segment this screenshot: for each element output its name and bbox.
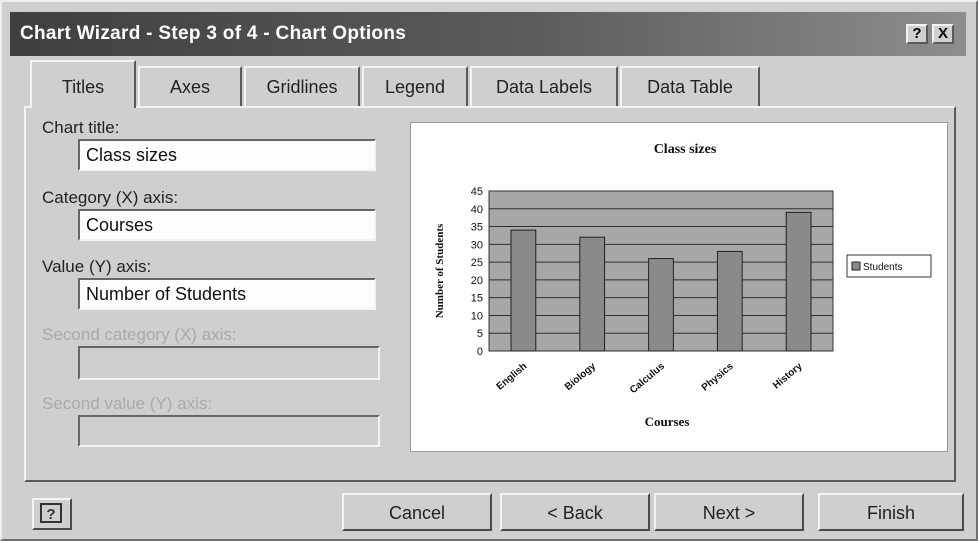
cancel-button[interactable]: Cancel [342,493,492,531]
tab-gridlines[interactable]: Gridlines [244,66,360,106]
chart-preview-svg: 0 5 10 15 20 25 30 35 40 45 English Biology Calculus… [434,142,932,429]
y-tick-label: 10 [471,310,483,322]
legend-swatch [851,261,861,271]
x-tick-label: Biology [563,361,598,393]
legend-label: Students [863,262,902,273]
chart-preview: 0 5 10 15 20 25 30 35 40 45 English Biology Calculus… [410,122,948,452]
chart-title: Class sizes [654,142,717,157]
x-axis-title: Courses [645,414,690,429]
bar [648,258,674,352]
help-icon: ? [40,503,62,523]
bar [510,229,537,352]
help-title-button[interactable]: ? [906,24,928,44]
bar [716,250,743,352]
chart-wizard-dialog: Chart Wizard - Step 3 of 4 - Chart Optio… [0,0,978,541]
second-value-axis-input [78,415,380,447]
next-button-label: Next > [702,503,756,523]
tab-data-labels-label: Data Labels [495,77,593,97]
y-tick-label: 0 [477,346,483,358]
x-tick-label: Physics [700,361,736,394]
help-button[interactable]: ? [32,498,72,530]
back-button-label: < Back [547,503,603,523]
title-bar: Chart Wizard - Step 3 of 4 - Chart Optio… [10,12,966,56]
category-axis-label: Category (X) axis: [42,188,179,207]
tab-data-table[interactable]: Data Table [620,66,760,106]
y-tick-label: 45 [471,186,483,198]
y-tick-label: 20 [471,275,483,287]
x-tick-label: Calculus [628,361,667,396]
finish-button-label: Finish [866,503,915,523]
tab-axes[interactable]: Axes [138,66,242,106]
x-tick-label: History [771,361,805,392]
value-axis-label: Value (Y) axis: [42,257,152,276]
y-tick-label: 5 [477,328,483,340]
cancel-button-label: Cancel [388,503,446,523]
bar [785,211,812,352]
tab-titles[interactable]: Titles [30,60,136,108]
category-axis-input[interactable]: Courses [78,209,376,241]
second-value-axis-label: Second value (Y) axis: [42,394,213,413]
tab-titles-label: Titles [61,77,105,97]
dialog-title: Chart Wizard - Step 3 of 4 - Chart Optio… [20,23,407,44]
svg-text:?: ? [46,506,55,523]
next-button[interactable]: Next > [654,493,804,531]
y-tick-label: 35 [471,222,483,234]
bar [579,236,606,352]
tab-legend[interactable]: Legend [362,66,468,106]
question-mark-icon: ? [912,25,922,42]
y-tick-label: 40 [471,204,483,216]
y-axis-title: Number of Students [434,223,446,318]
tab-data-labels[interactable]: Data Labels [470,66,618,106]
tab-data-table-label: Data Table [647,77,733,97]
second-category-axis-input [78,346,380,380]
x-tick-label: English [495,361,530,393]
chart-title-input[interactable]: Class sizes [78,139,376,171]
tab-gridlines-label: Gridlines [266,77,338,97]
close-button[interactable]: X [932,24,954,44]
finish-button[interactable]: Finish [818,493,964,531]
tab-axes-label: Axes [169,77,211,97]
close-icon: X [937,25,948,42]
value-axis-input[interactable]: Number of Students [78,278,376,310]
y-tick-label: 25 [471,257,483,269]
y-tick-label: 15 [471,293,483,305]
tab-legend-label: Legend [384,77,446,97]
chart-title-label: Chart title: [42,118,120,137]
y-tick-label: 30 [471,239,483,251]
second-category-axis-label: Second category (X) axis: [42,325,237,344]
back-button[interactable]: < Back [500,493,650,531]
